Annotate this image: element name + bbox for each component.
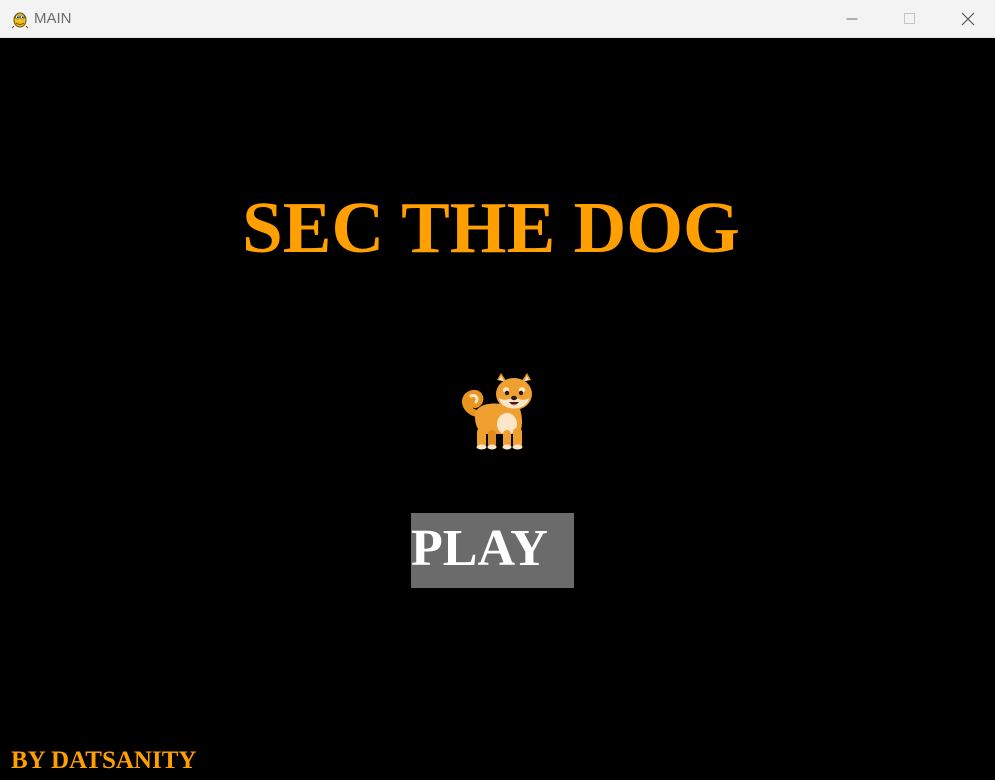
minimize-icon [846, 18, 858, 19]
window-titlebar[interactable]: MAIN [0, 0, 995, 38]
close-icon [961, 12, 975, 25]
shiba-dog-icon [461, 373, 532, 450]
window-title: MAIN [34, 10, 72, 27]
game-canvas: SEC THE DOG PLAY BY DATSANITY [0, 38, 995, 780]
minimize-button[interactable] [823, 0, 881, 37]
pygame-snake-icon [11, 12, 29, 29]
play-button-label: PLAY [411, 520, 548, 577]
game-title: SEC THE DOG [242, 187, 740, 268]
author-credit: BY DATSANITY [11, 747, 197, 774]
maximize-icon [904, 12, 915, 24]
close-button[interactable] [939, 0, 995, 37]
maximize-button[interactable] [881, 0, 939, 37]
play-button[interactable]: PLAY [411, 513, 574, 588]
